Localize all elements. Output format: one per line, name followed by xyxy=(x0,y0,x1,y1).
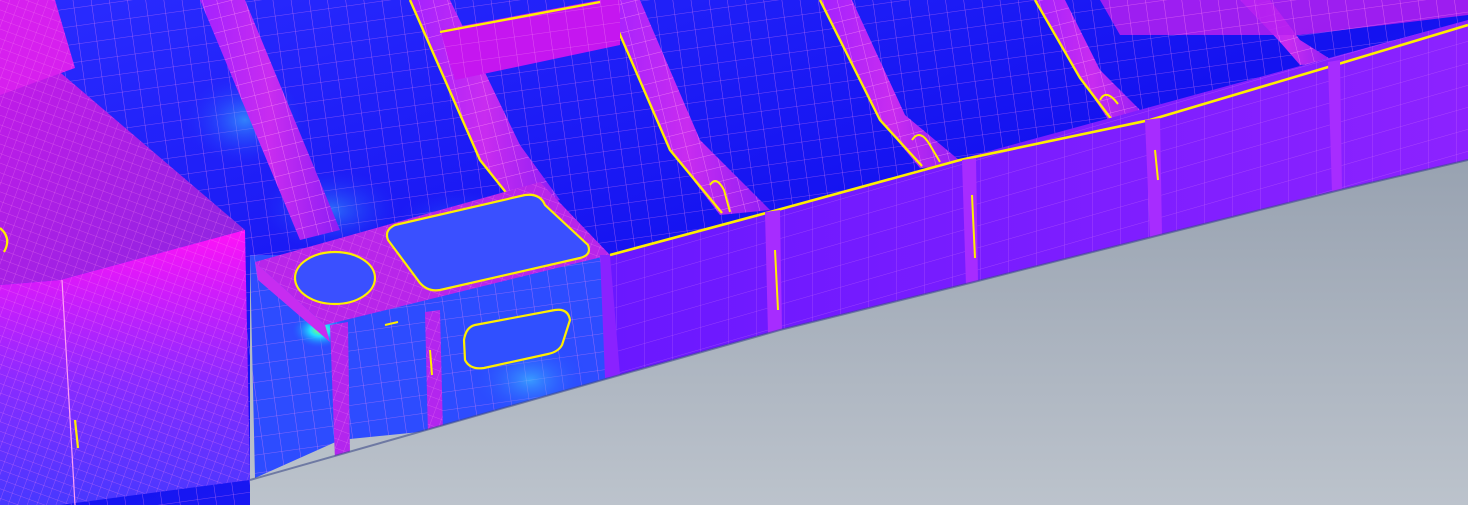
fea-viewport[interactable] xyxy=(0,0,1468,505)
round-hole xyxy=(293,250,377,306)
fea-stress-contour-model[interactable] xyxy=(0,0,1468,505)
